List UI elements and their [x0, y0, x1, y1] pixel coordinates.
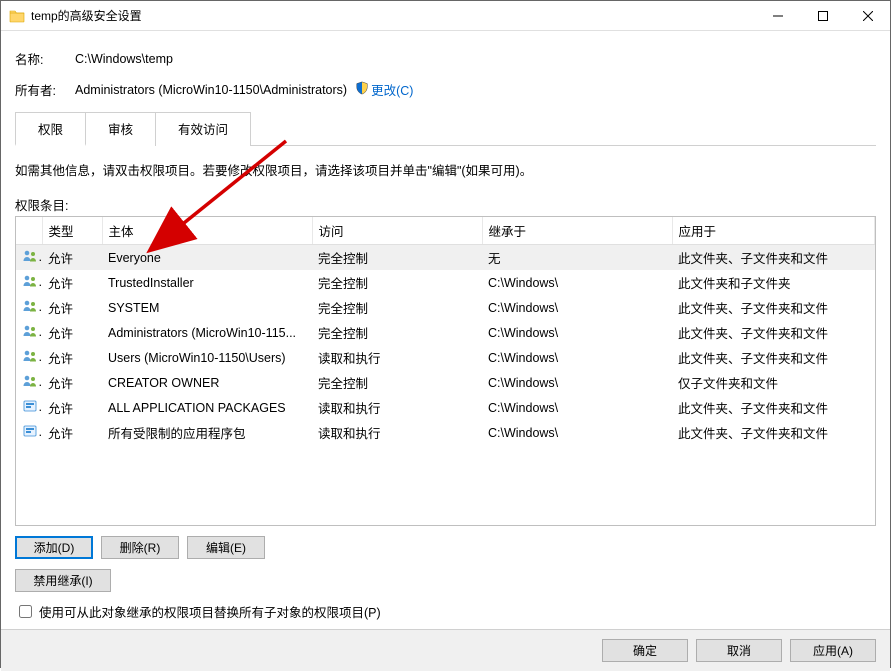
entries-label: 权限条目:: [15, 195, 876, 214]
tab-effective-access[interactable]: 有效访问: [155, 112, 251, 146]
cell-access: 完全控制: [312, 320, 482, 345]
users-icon: [22, 273, 38, 292]
cell-access: 读取和执行: [312, 345, 482, 370]
titlebar: temp的高级安全设置: [1, 1, 890, 31]
remove-button[interactable]: 删除(R): [101, 536, 179, 559]
cell-type: 允许: [42, 370, 102, 395]
edit-button[interactable]: 编辑(E): [187, 536, 265, 559]
ok-button[interactable]: 确定: [602, 639, 688, 662]
users-icon: [22, 323, 38, 342]
cell-principal: ALL APPLICATION PACKAGES: [102, 395, 312, 420]
table-row[interactable]: 允许ALL APPLICATION PACKAGES读取和执行C:\Window…: [16, 395, 875, 420]
replace-children-label: 使用可从此对象继承的权限项目替换所有子对象的权限项目(P): [39, 602, 381, 621]
cell-apply: 此文件夹和子文件夹: [672, 270, 875, 295]
cell-inherit: C:\Windows\: [482, 295, 672, 320]
cell-principal: Users (MicroWin10-1150\Users): [102, 345, 312, 370]
window-title: temp的高级安全设置: [31, 7, 142, 24]
users-icon: [22, 248, 38, 267]
cell-inherit: 无: [482, 245, 672, 271]
cell-inherit: C:\Windows\: [482, 420, 672, 445]
table-row[interactable]: 允许Administrators (MicroWin10-115...完全控制C…: [16, 320, 875, 345]
cell-access: 读取和执行: [312, 395, 482, 420]
permissions-table-wrap: 类型 主体 访问 继承于 应用于 允许Everyone完全控制无此文件夹、子文件…: [15, 216, 876, 526]
cell-inherit: C:\Windows\: [482, 345, 672, 370]
column-header-apply[interactable]: 应用于: [672, 217, 875, 245]
folder-icon: [9, 8, 25, 24]
cell-type: 允许: [42, 295, 102, 320]
cell-principal: Everyone: [102, 245, 312, 271]
cell-access: 完全控制: [312, 270, 482, 295]
cancel-button[interactable]: 取消: [696, 639, 782, 662]
cell-principal: CREATOR OWNER: [102, 370, 312, 395]
shield-icon: [355, 81, 369, 98]
cell-access: 读取和执行: [312, 420, 482, 445]
package-icon: [22, 398, 38, 417]
cell-inherit: C:\Windows\: [482, 395, 672, 420]
users-icon: [22, 298, 38, 317]
cell-apply: 此文件夹、子文件夹和文件: [672, 420, 875, 445]
cell-type: 允许: [42, 270, 102, 295]
users-icon: [22, 373, 38, 392]
change-owner-link[interactable]: 更改(C): [371, 80, 413, 99]
cell-access: 完全控制: [312, 295, 482, 320]
tabs: 权限 审核 有效访问: [15, 111, 876, 146]
column-header-type[interactable]: 类型: [42, 217, 102, 245]
close-button[interactable]: [845, 1, 890, 30]
cell-principal: TrustedInstaller: [102, 270, 312, 295]
cell-principal: SYSTEM: [102, 295, 312, 320]
cell-inherit: C:\Windows\: [482, 270, 672, 295]
cell-apply: 此文件夹、子文件夹和文件: [672, 345, 875, 370]
owner-row: 所有者: Administrators (MicroWin10-1150\Adm…: [15, 80, 876, 99]
cell-inherit: C:\Windows\: [482, 370, 672, 395]
name-label: 名称:: [15, 49, 75, 68]
column-header-inherit[interactable]: 继承于: [482, 217, 672, 245]
maximize-button[interactable]: [800, 1, 845, 30]
cell-type: 允许: [42, 345, 102, 370]
cell-type: 允许: [42, 395, 102, 420]
disable-inheritance-button[interactable]: 禁用继承(I): [15, 569, 111, 592]
cell-access: 完全控制: [312, 370, 482, 395]
cell-inherit: C:\Windows\: [482, 320, 672, 345]
table-row[interactable]: 允许Everyone完全控制无此文件夹、子文件夹和文件: [16, 245, 875, 271]
table-row[interactable]: 允许CREATOR OWNER完全控制C:\Windows\仅子文件夹和文件: [16, 370, 875, 395]
column-header-access[interactable]: 访问: [312, 217, 482, 245]
replace-children-checkbox[interactable]: [19, 605, 32, 618]
cell-apply: 此文件夹、子文件夹和文件: [672, 395, 875, 420]
column-header-principal[interactable]: 主体: [102, 217, 312, 245]
cell-principal: 所有受限制的应用程序包: [102, 420, 312, 445]
cell-access: 完全控制: [312, 245, 482, 271]
table-row[interactable]: 允许TrustedInstaller完全控制C:\Windows\此文件夹和子文…: [16, 270, 875, 295]
cell-apply: 此文件夹、子文件夹和文件: [672, 295, 875, 320]
cell-apply: 此文件夹、子文件夹和文件: [672, 245, 875, 271]
table-row[interactable]: 允许SYSTEM完全控制C:\Windows\此文件夹、子文件夹和文件: [16, 295, 875, 320]
table-row[interactable]: 允许所有受限制的应用程序包读取和执行C:\Windows\此文件夹、子文件夹和文…: [16, 420, 875, 445]
cell-type: 允许: [42, 245, 102, 271]
cell-type: 允许: [42, 420, 102, 445]
minimize-button[interactable]: [755, 1, 800, 30]
add-button[interactable]: 添加(D): [15, 536, 93, 559]
tab-permissions[interactable]: 权限: [15, 112, 86, 146]
cell-apply: 此文件夹、子文件夹和文件: [672, 320, 875, 345]
cell-apply: 仅子文件夹和文件: [672, 370, 875, 395]
apply-button[interactable]: 应用(A): [790, 639, 876, 662]
name-value: C:\Windows\temp: [75, 52, 173, 66]
instructions-text: 如需其他信息，请双击权限项目。若要修改权限项目，请选择该项目并单击"编辑"(如果…: [15, 160, 876, 179]
package-icon: [22, 423, 38, 442]
owner-label: 所有者:: [15, 80, 75, 99]
table-row[interactable]: 允许Users (MicroWin10-1150\Users)读取和执行C:\W…: [16, 345, 875, 370]
column-header-icon[interactable]: [16, 217, 42, 245]
cell-type: 允许: [42, 320, 102, 345]
users-icon: [22, 348, 38, 367]
permissions-table: 类型 主体 访问 继承于 应用于 允许Everyone完全控制无此文件夹、子文件…: [16, 217, 875, 445]
cell-principal: Administrators (MicroWin10-115...: [102, 320, 312, 345]
name-row: 名称: C:\Windows\temp: [15, 49, 876, 68]
tab-auditing[interactable]: 审核: [85, 112, 156, 146]
owner-value: Administrators (MicroWin10-1150\Administ…: [75, 83, 347, 97]
dialog-buttons: 确定 取消 应用(A): [1, 629, 890, 671]
